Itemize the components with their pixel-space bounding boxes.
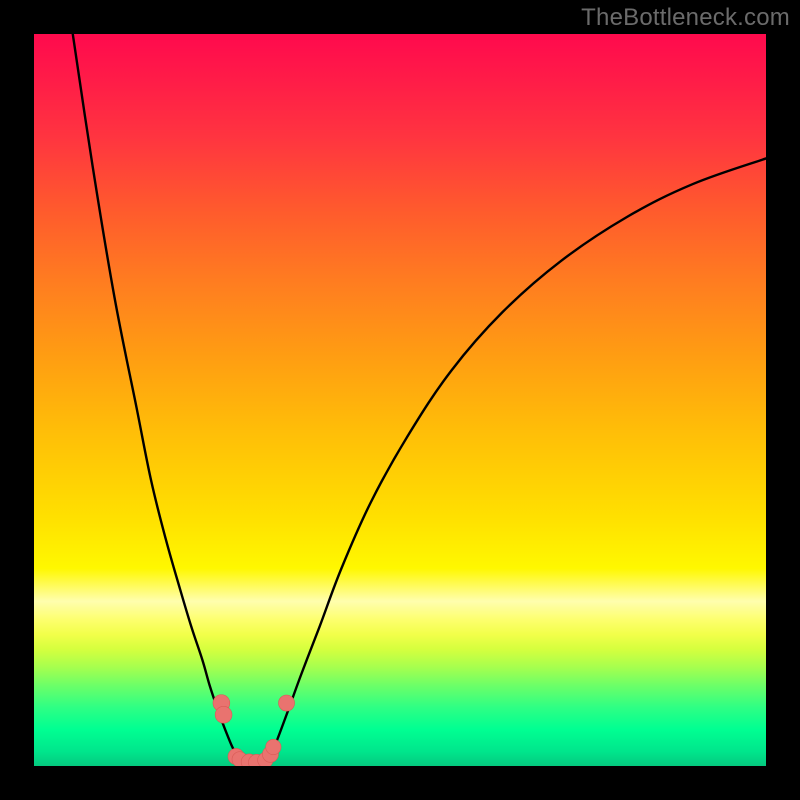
- marker-dot: [278, 695, 294, 711]
- marker-dot: [266, 739, 281, 754]
- marker-dot: [215, 706, 232, 723]
- chart-frame: TheBottleneck.com: [0, 0, 800, 800]
- curve-right-curve: [268, 158, 766, 761]
- plot-area: [34, 34, 766, 766]
- chart-svg: [34, 34, 766, 766]
- curve-left-curve: [71, 34, 243, 762]
- watermark-text: TheBottleneck.com: [581, 4, 790, 32]
